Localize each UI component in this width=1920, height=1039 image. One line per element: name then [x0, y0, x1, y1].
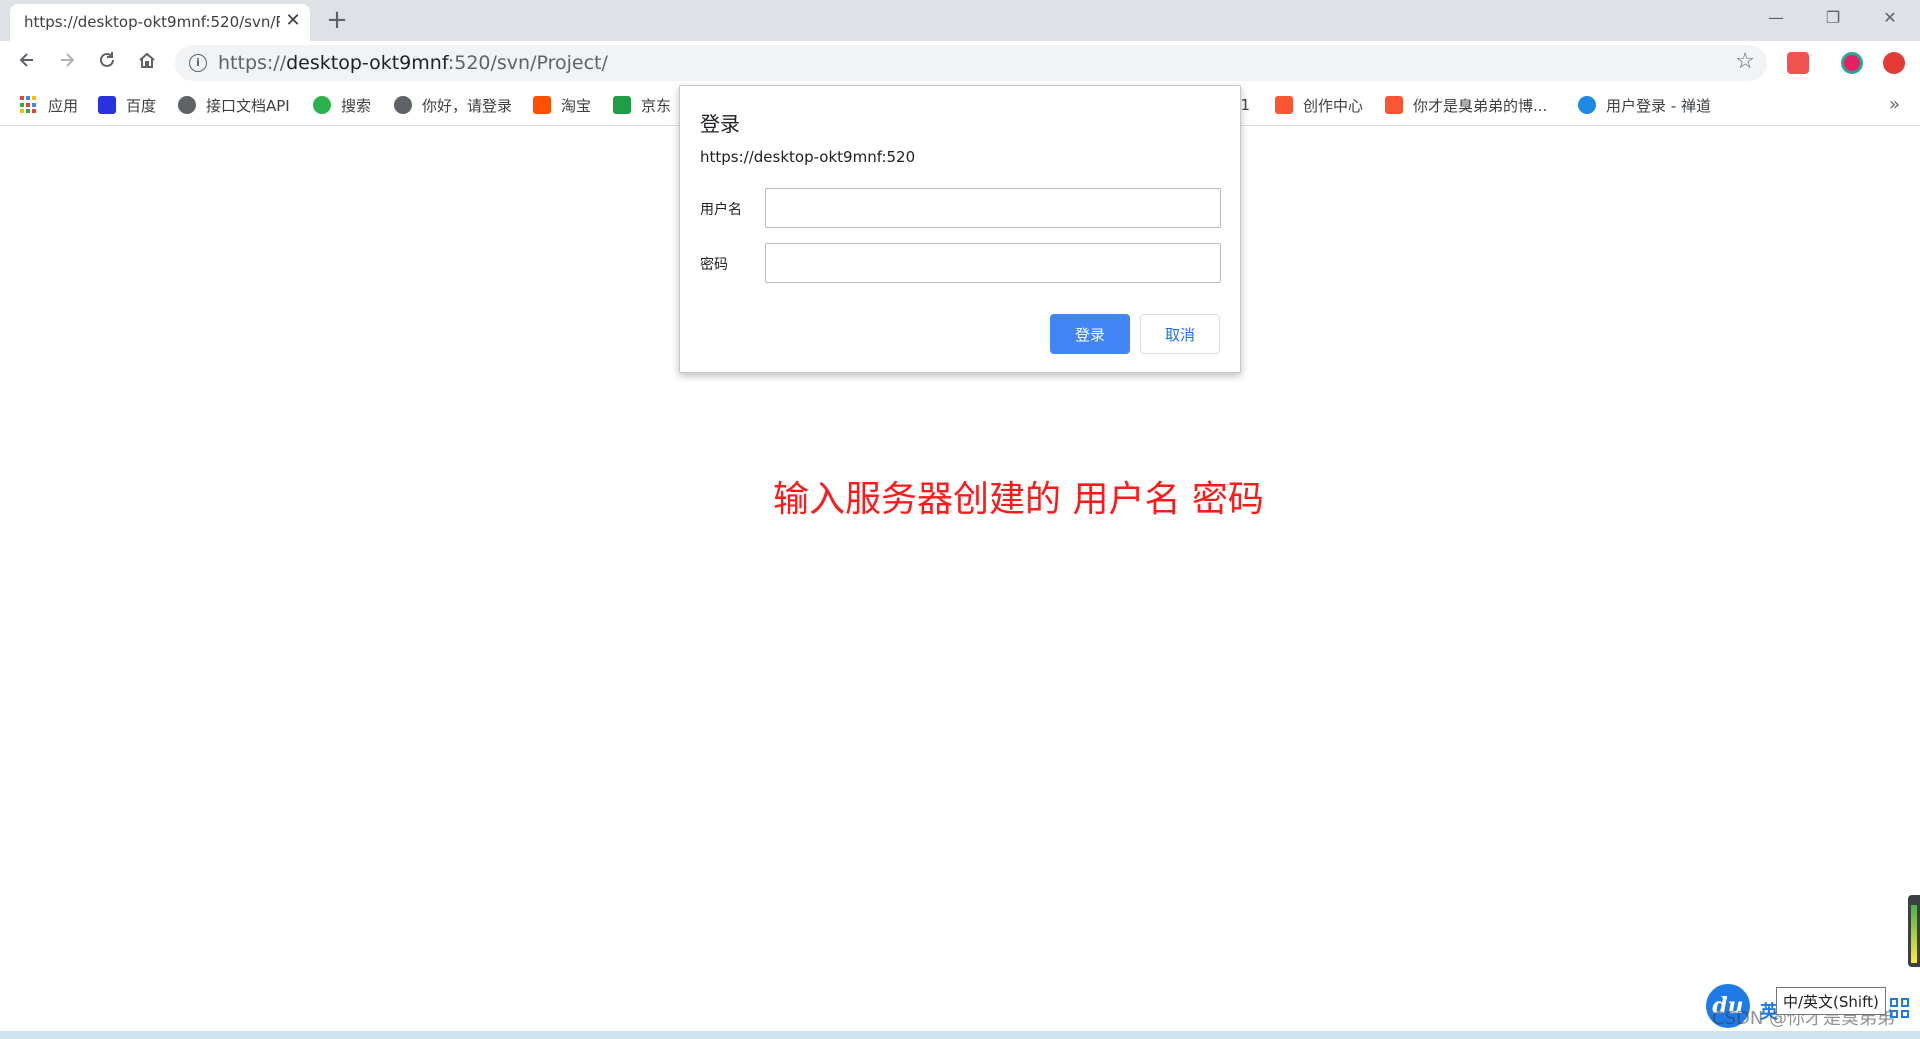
restore-button[interactable]: ❐ [1815, 6, 1851, 30]
taskbar-edge [0, 1031, 1920, 1039]
bookmark-label: 应用 [48, 96, 79, 115]
globe-icon [178, 96, 196, 114]
url-path: :520/svn/Project/ [447, 52, 608, 74]
login-dialog: 登录 https://desktop-okt9mnf:520 用户名 密码 登录… [679, 85, 1241, 373]
forward-button[interactable] [51, 47, 83, 79]
address-bar[interactable]: i https://desktop-okt9mnf:520/svn/Projec… [175, 45, 1767, 81]
bookmark-label: 你才是臭弟弟的博... [1413, 96, 1548, 115]
bookmark-search[interactable]: 搜索 [313, 93, 371, 117]
annotation-text: 输入服务器创建的 用户名 密码 [773, 479, 1264, 520]
extension-update-icon[interactable] [1883, 52, 1905, 74]
bookmark-label: 京东 [641, 96, 672, 115]
bookmark-label: 用户登录 - 禅道 [1606, 96, 1711, 115]
bookmark-api-docs[interactable]: 接口文档API [178, 93, 290, 117]
bookmarks-overflow-button[interactable]: » [1889, 94, 1900, 115]
bookmark-blog[interactable]: 你才是臭弟弟的博... [1385, 93, 1547, 117]
csdn-icon [1385, 96, 1403, 114]
bookmark-label: 创作中心 [1303, 96, 1364, 115]
apps-grid-icon [20, 96, 38, 114]
url-scheme: https:// [218, 52, 287, 74]
password-field[interactable] [765, 243, 1221, 283]
url-host: desktop-okt9mnf [286, 52, 448, 74]
dialog-title: 登录 [700, 112, 740, 136]
site-info-icon[interactable]: i [189, 54, 207, 72]
bookmark-label: 百度 [126, 96, 157, 115]
baidu-icon [98, 96, 116, 114]
reload-icon [100, 52, 114, 67]
bookmark-label: 淘宝 [561, 96, 592, 115]
globe-icon [394, 96, 412, 114]
browser-toolbar: i https://desktop-okt9mnf:520/svn/Projec… [0, 41, 1920, 86]
extension-record-icon[interactable] [1841, 52, 1863, 74]
bookmark-star-icon[interactable]: ☆ [1735, 49, 1755, 74]
bookmark-label: 搜索 [341, 96, 372, 115]
bookmark-zentao[interactable]: 用户登录 - 禅道 [1578, 93, 1711, 117]
back-button[interactable] [11, 47, 43, 79]
username-label: 用户名 [700, 202, 742, 218]
login-button[interactable]: 登录 [1050, 314, 1130, 354]
close-window-button[interactable]: ✕ [1872, 6, 1908, 30]
tab-close-icon[interactable]: ✕ [282, 10, 304, 32]
home-icon [139, 52, 155, 68]
bookmark-creator-center[interactable]: 创作中心 [1275, 93, 1363, 117]
search-engine-icon [313, 96, 331, 114]
password-label: 密码 [700, 257, 728, 273]
browser-window: https://desktop-okt9mnf:520/svn/Project/… [0, 0, 1920, 1039]
ime-menu-icon[interactable] [1890, 998, 1910, 1018]
forward-arrow-icon [61, 53, 75, 67]
ime-tooltip: 中/英文(Shift) [1776, 987, 1886, 1015]
zentao-icon [1578, 96, 1596, 114]
taobao-icon [533, 96, 551, 114]
bookmark-jd[interactable]: 京东 [613, 93, 671, 117]
username-field[interactable] [765, 188, 1221, 228]
reload-button[interactable] [91, 47, 123, 79]
tab-title: https://desktop-okt9mnf:520/svn/Project/ [24, 13, 280, 31]
new-tab-button[interactable]: + [323, 7, 351, 35]
home-button[interactable] [131, 47, 163, 79]
bookmark-label: 接口文档API [206, 96, 290, 115]
url-text[interactable]: https://desktop-okt9mnf:520/svn/Project/ [218, 52, 608, 74]
csdn-icon [1275, 96, 1293, 114]
minimize-button[interactable]: — [1758, 6, 1794, 30]
jd-icon [613, 96, 631, 114]
bookmark-taobao[interactable]: 淘宝 [533, 93, 591, 117]
bookmark-baidu[interactable]: 百度 [98, 93, 156, 117]
extension-icon[interactable] [1787, 52, 1809, 74]
gauge-fill [1911, 905, 1917, 963]
cancel-button[interactable]: 取消 [1140, 314, 1220, 354]
dialog-origin: https://desktop-okt9mnf:520 [700, 148, 916, 166]
side-gauge-widget[interactable] [1908, 895, 1920, 967]
browser-tab[interactable]: https://desktop-okt9mnf:520/svn/Project/… [10, 4, 310, 41]
bookmark-apps[interactable]: 应用 [20, 93, 78, 117]
bookmark-label: 你好，请登录 [422, 96, 513, 115]
bookmark-login[interactable]: 你好，请登录 [394, 93, 512, 117]
back-arrow-icon [19, 53, 33, 67]
tab-strip: https://desktop-okt9mnf:520/svn/Project/… [0, 0, 1920, 41]
